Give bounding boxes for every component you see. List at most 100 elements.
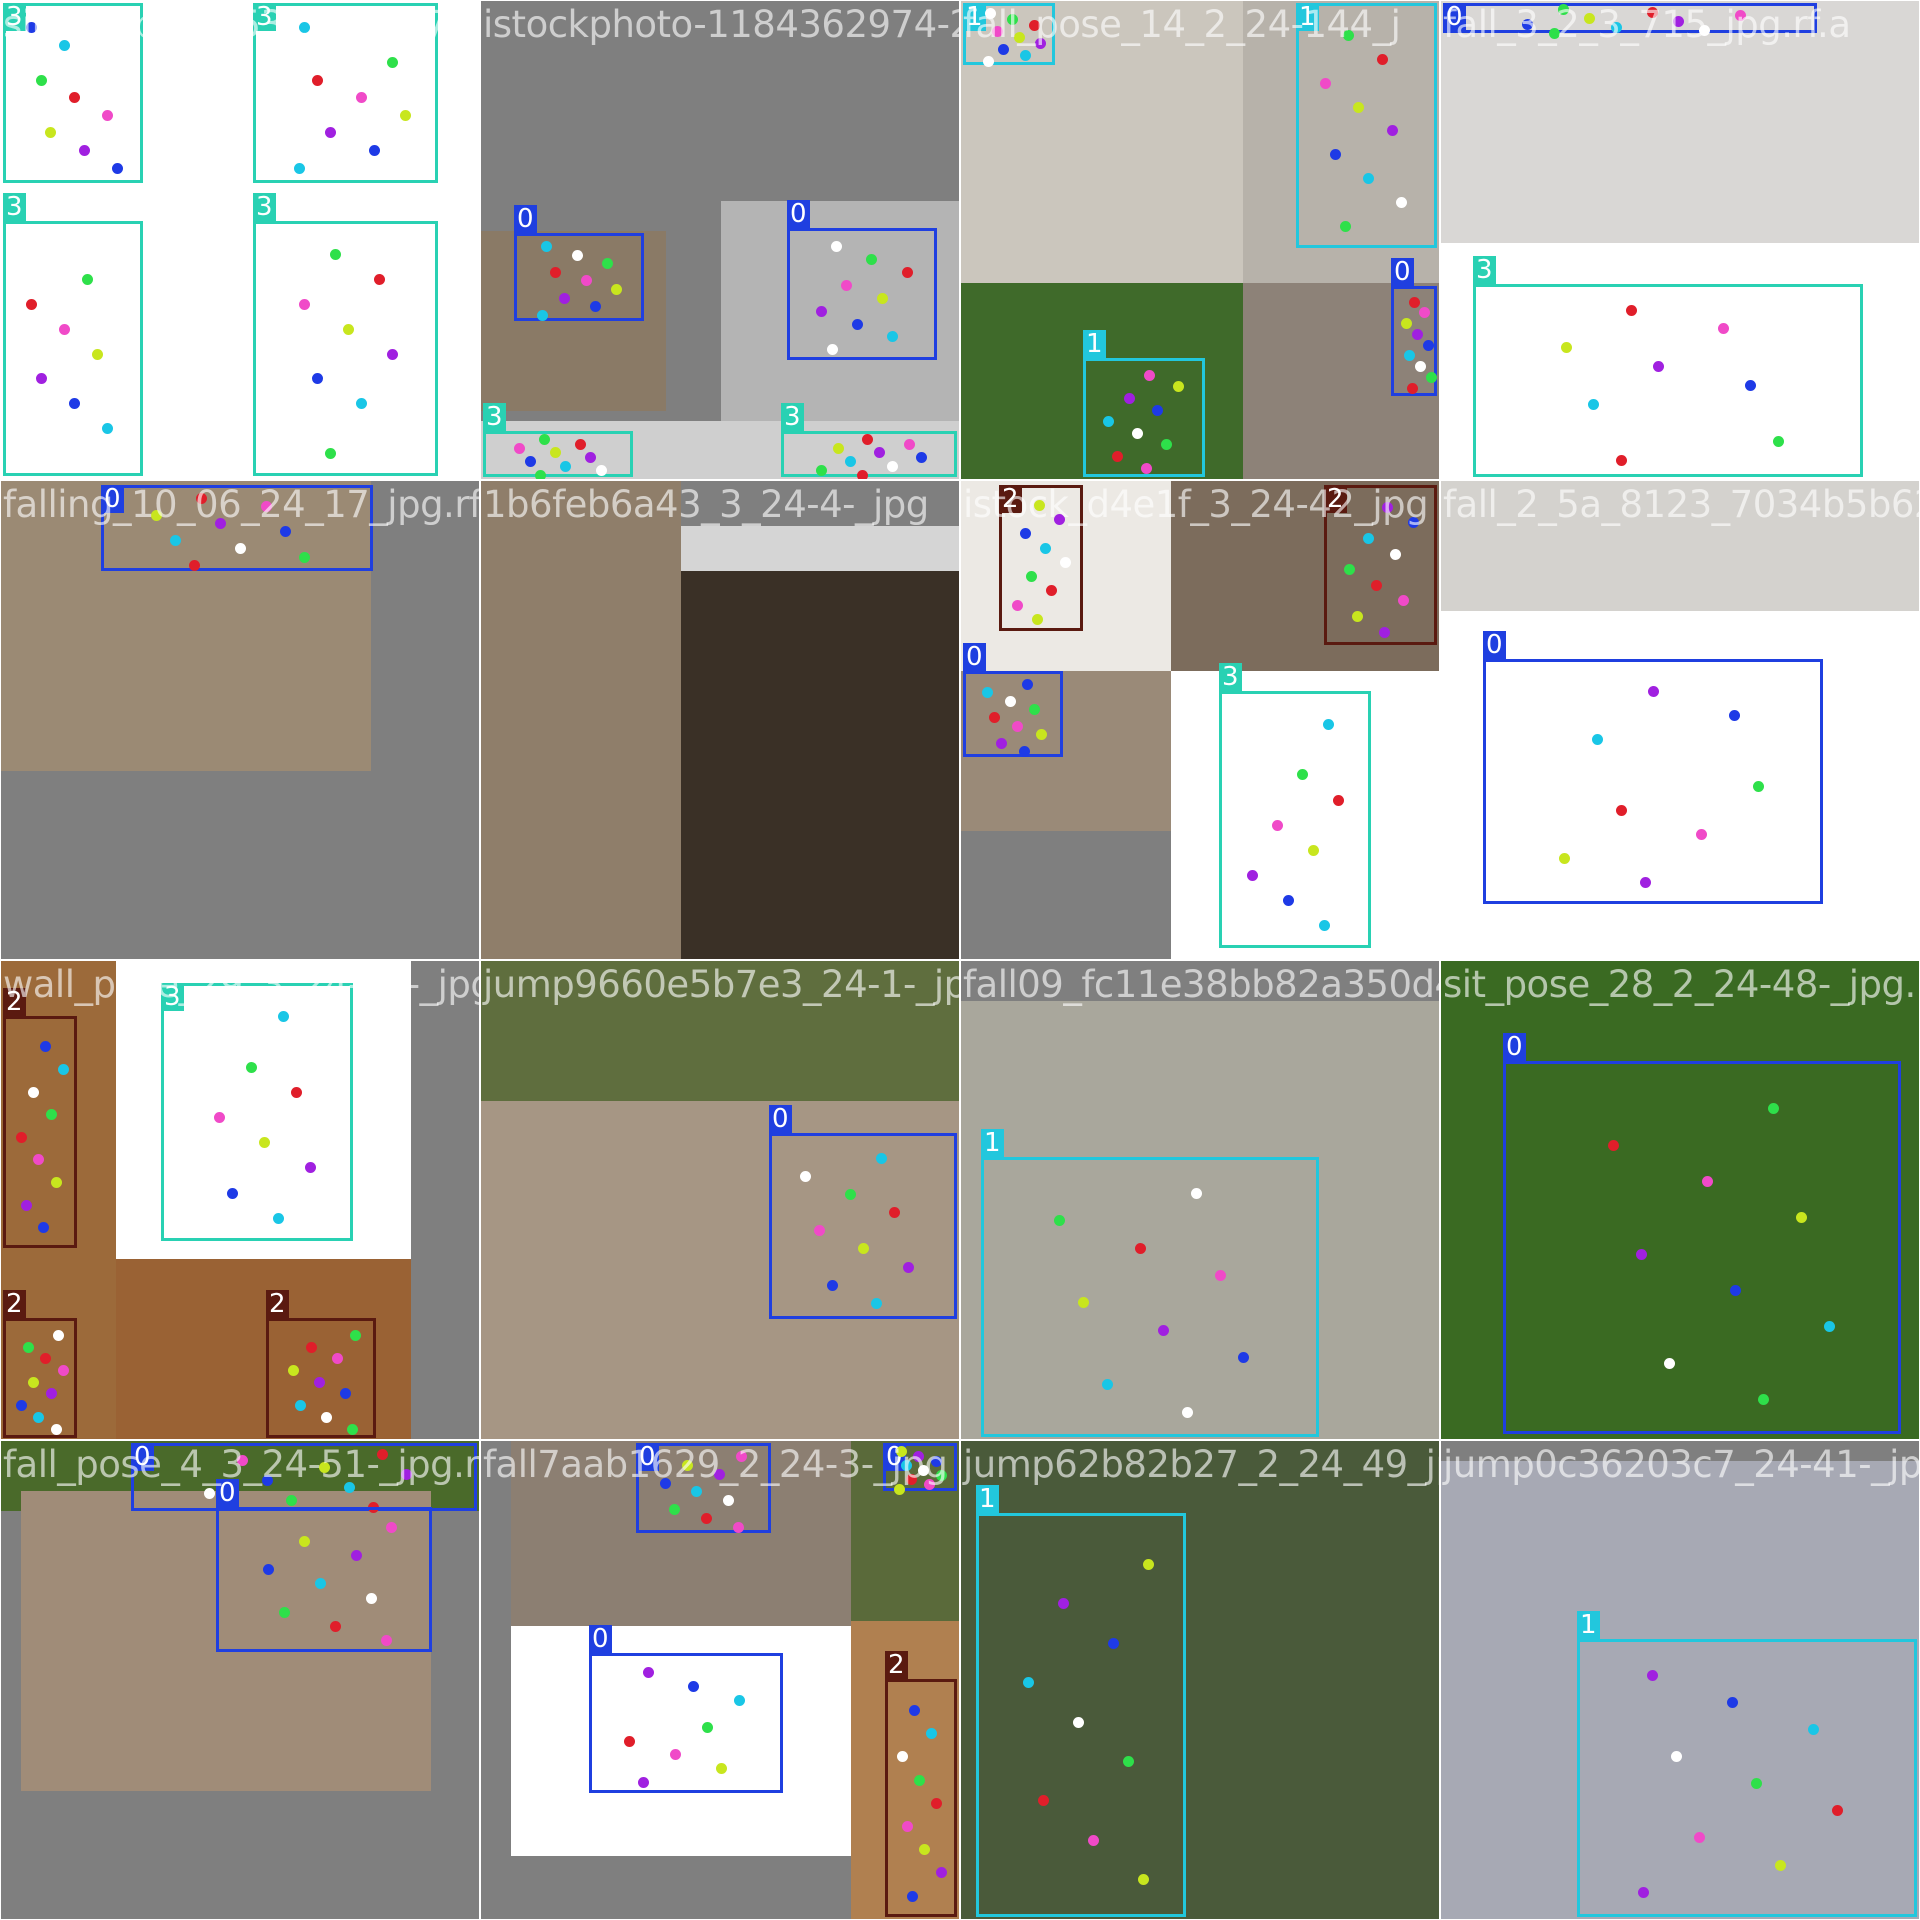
keypoint-dot [1020, 528, 1032, 540]
keypoint-dot [321, 1411, 333, 1423]
keypoint-dot [329, 249, 341, 261]
keypoint-dot [1588, 398, 1600, 410]
keypoint-dot [1143, 1558, 1154, 1570]
class-label: 0 [787, 200, 810, 228]
keypoint-dot [1132, 427, 1144, 439]
detection-box: 1 [1083, 330, 1205, 477]
keypoint-dot [1032, 613, 1044, 625]
detection-box: 3 [483, 403, 633, 479]
keypoint-dot [1158, 1324, 1170, 1336]
keypoint-dot [1272, 819, 1284, 831]
keypoint-dot [1381, 501, 1393, 513]
keypoint-dot [830, 241, 842, 253]
keypoint-dot [1646, 7, 1658, 19]
keypoint-dot [916, 451, 928, 463]
keypoint-dot [913, 1450, 925, 1462]
keypoint-dot [930, 1455, 942, 1467]
keypoint-dot [1699, 24, 1711, 36]
keypoint-dot [50, 1177, 62, 1189]
keypoint-dot [365, 1592, 377, 1604]
keypoint-dot [732, 1521, 744, 1533]
class-label: 0 [636, 1443, 659, 1471]
keypoint-dot [688, 1680, 700, 1692]
keypoint-dot [985, 7, 997, 19]
mosaic-tile: 1 jump62b82b27_2_24_49_jpg [961, 1441, 1439, 1919]
keypoint-dot [1054, 1215, 1066, 1227]
keypoint-dot [1727, 1696, 1739, 1708]
keypoint-dot [1607, 1139, 1619, 1151]
keypoint-dot [200, 1036, 212, 1048]
detection-box: 2 [999, 485, 1083, 631]
keypoint-dot [350, 1329, 362, 1341]
keypoint-dot [981, 687, 993, 699]
keypoint-dot [1363, 173, 1375, 185]
keypoint-dot [1672, 15, 1684, 27]
class-label: 0 [131, 1443, 154, 1471]
keypoint-dot [189, 559, 201, 571]
keypoint-dot [669, 1749, 681, 1761]
keypoint-dot [28, 1376, 40, 1388]
class-label: 3 [1473, 256, 1496, 284]
keypoint-dot [535, 469, 547, 479]
keypoint-dot [28, 1086, 40, 1098]
keypoint-dot [50, 1423, 62, 1435]
keypoint-dot [58, 323, 70, 335]
keypoint-dot [1034, 500, 1046, 512]
keypoint-dot [1663, 1357, 1675, 1369]
mosaic-tile: 1b6feb6a43_3_24-4-_jpg [481, 481, 959, 959]
keypoint-dot [291, 1086, 303, 1098]
keypoint-dot [170, 534, 182, 546]
keypoint-dot [1425, 371, 1437, 383]
keypoint-dot [560, 460, 572, 472]
detection-box: 3 [161, 983, 353, 1241]
keypoint-dot [386, 348, 398, 360]
keypoint-dot [514, 442, 526, 454]
keypoint-dot [1182, 1406, 1194, 1418]
keypoint-dot [1408, 517, 1420, 529]
keypoint-dot [906, 1474, 918, 1486]
keypoint-dot [832, 442, 844, 454]
keypoint-dot [68, 398, 80, 410]
mosaic-tile: 0jump9660e5b7e3_24-1-_jpeg [481, 961, 959, 1439]
keypoint-dot [350, 1550, 362, 1562]
keypoint-dot [40, 1353, 52, 1365]
keypoint-dot [285, 1495, 297, 1507]
keypoint-dot [611, 283, 623, 295]
keypoint-dot [1038, 1795, 1050, 1807]
keypoint-dot [260, 501, 272, 513]
image-region [681, 526, 959, 571]
detection-box: 3 [253, 3, 438, 183]
keypoint-dot [1610, 21, 1622, 33]
keypoint-dot [585, 451, 597, 463]
keypoint-dot [263, 1564, 275, 1576]
keypoint-dot [1019, 745, 1031, 757]
keypoint-dot [637, 1776, 649, 1788]
keypoint-dot [866, 254, 878, 266]
class-label: 2 [3, 1290, 26, 1318]
keypoint-dot [537, 309, 549, 321]
keypoint-dot [813, 1225, 825, 1237]
keypoint-dot [1615, 805, 1627, 817]
keypoint-dot [1396, 197, 1408, 209]
keypoint-dot [1137, 1874, 1149, 1886]
keypoint-dot [1625, 304, 1637, 316]
keypoint-dot [261, 1475, 273, 1487]
keypoint-dot [1058, 1598, 1070, 1610]
keypoint-dot [68, 92, 80, 104]
class-label: 0 [101, 485, 124, 513]
class-label: 0 [1483, 631, 1506, 659]
keypoint-dot [45, 127, 57, 139]
keypoint-dot [623, 1735, 635, 1747]
keypoint-dot [1768, 1103, 1780, 1115]
keypoint-dot [1046, 585, 1058, 597]
mosaic-tile: 0 0 0 2 fall7aab1629_2_24-3-_jpg [481, 1441, 959, 1919]
keypoint-dot [1807, 1724, 1819, 1736]
keypoint-dot [213, 1112, 225, 1124]
keypoint-dot [1238, 1351, 1250, 1363]
keypoint-dot [347, 1423, 359, 1435]
keypoint-dot [851, 318, 863, 330]
keypoint-dot [1408, 296, 1420, 308]
keypoint-dot [319, 1461, 331, 1473]
keypoint-dot [325, 127, 337, 139]
keypoint-dot [1558, 4, 1570, 16]
